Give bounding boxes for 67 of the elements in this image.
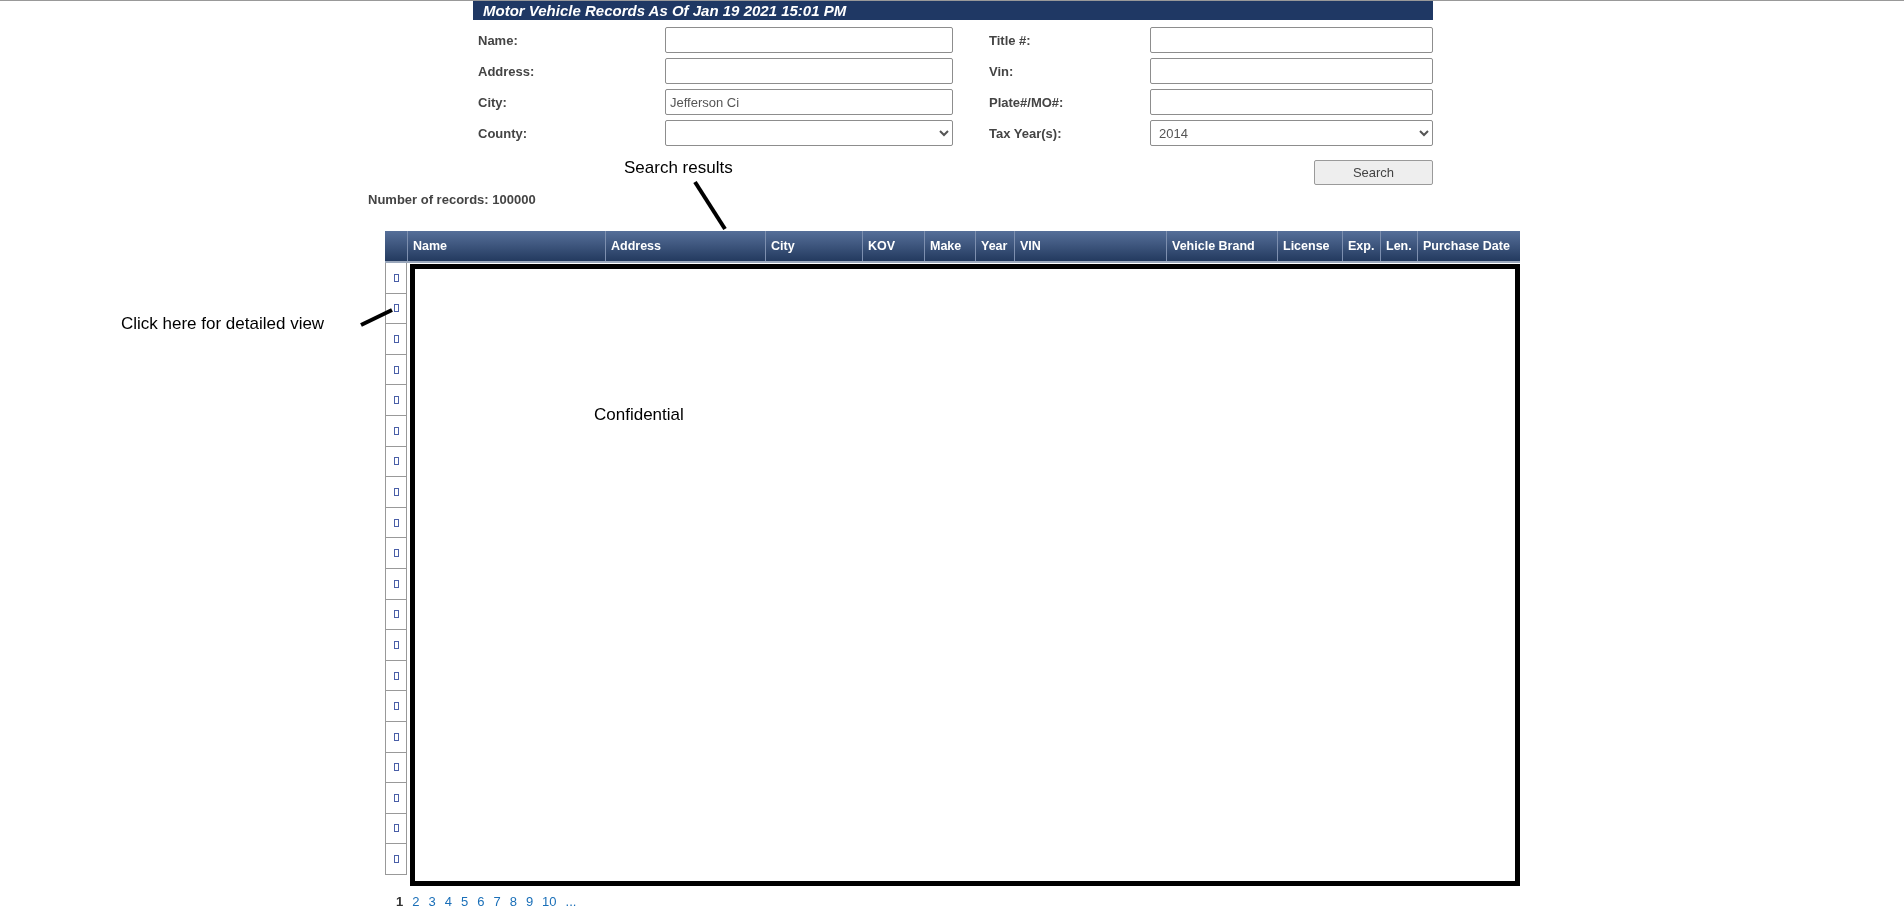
detail-view-icon[interactable] — [393, 763, 399, 772]
input-field[interactable]: Jefferson Ci — [665, 89, 953, 115]
detail-view-icon[interactable] — [393, 579, 399, 588]
annotation-label: Click here for detailed view — [121, 314, 325, 334]
detail-view-icon[interactable] — [393, 365, 399, 374]
detail-view-icon[interactable] — [393, 457, 399, 466]
column-header: Vehicle Brand — [1166, 231, 1277, 261]
field-label: Vin: — [988, 63, 1015, 79]
page-link[interactable]: 4 — [444, 894, 452, 909]
input-field[interactable] — [1150, 58, 1433, 84]
field-label: Tax Year(s): — [988, 125, 1063, 141]
input-field[interactable] — [1150, 27, 1433, 53]
field-label: County: — [477, 125, 529, 141]
page-link[interactable]: ... — [565, 894, 577, 909]
page-link[interactable]: 9 — [525, 894, 534, 909]
page-link[interactable]: 5 — [460, 894, 469, 909]
detail-view-icon[interactable] — [393, 824, 399, 833]
field-label: Plate#/MO#: — [988, 94, 1065, 110]
column-header: City — [765, 231, 862, 261]
page-link[interactable]: 1 — [396, 894, 404, 909]
page-link[interactable]: 8 — [509, 894, 517, 909]
field-label: Name: — [477, 32, 519, 48]
detail-view-icon[interactable] — [393, 732, 399, 741]
detail-view-icon[interactable] — [393, 396, 399, 405]
detail-view-icon[interactable] — [393, 855, 399, 864]
search-button[interactable]: Search — [1314, 160, 1433, 185]
detail-view-icon[interactable] — [393, 702, 399, 711]
record-count: Number of records: 100000 — [368, 192, 537, 207]
column-header: KOV — [862, 231, 924, 261]
column-header: Purchase Date — [1417, 231, 1520, 261]
dropdown-field[interactable]: 2014 — [1150, 120, 1433, 146]
input-field[interactable] — [665, 58, 953, 84]
page-link[interactable]: 7 — [493, 894, 501, 909]
detail-view-icon[interactable] — [393, 518, 399, 527]
detail-view-icon[interactable] — [393, 487, 399, 496]
leader-line — [693, 180, 727, 231]
column-header: Exp. — [1342, 231, 1380, 261]
detail-view-icon[interactable] — [393, 335, 399, 343]
column-header: Year — [975, 231, 1014, 261]
detail-view-icon[interactable] — [393, 640, 399, 649]
detail-view-icon[interactable] — [393, 304, 399, 313]
detail-view-icon[interactable] — [393, 610, 399, 619]
input-field[interactable] — [665, 27, 953, 53]
detail-view-icon[interactable] — [393, 793, 399, 802]
page-link[interactable]: 6 — [477, 894, 485, 909]
leader-line — [360, 308, 393, 327]
column-header: Address — [605, 231, 765, 261]
field-label: Address: — [477, 63, 536, 79]
confidential-label: Confidential — [594, 405, 684, 425]
field-label: Title #: — [988, 32, 1032, 48]
field-label: City: — [477, 94, 508, 110]
column-header: Make — [924, 231, 975, 261]
page-link[interactable]: 2 — [412, 894, 420, 909]
detail-view-icon[interactable] — [393, 671, 399, 680]
annotation-label: Search results — [624, 158, 733, 178]
input-field[interactable] — [1150, 89, 1433, 115]
page-link[interactable]: 3 — [428, 894, 436, 909]
column-header: Len. — [1380, 231, 1417, 261]
column-header: Name — [407, 231, 605, 261]
column-header: VIN — [1014, 231, 1166, 261]
detail-view-icon[interactable] — [393, 273, 399, 282]
column-header: License — [1277, 231, 1342, 261]
page-link[interactable]: 10 — [542, 894, 557, 909]
page-title: Motor Vehicle Records As Of Jan 19 2021 15:01 PM — [473, 1, 1433, 20]
detail-view-icon[interactable] — [393, 549, 399, 558]
detail-view-icon[interactable] — [393, 426, 399, 435]
dropdown-field[interactable] — [665, 120, 953, 146]
